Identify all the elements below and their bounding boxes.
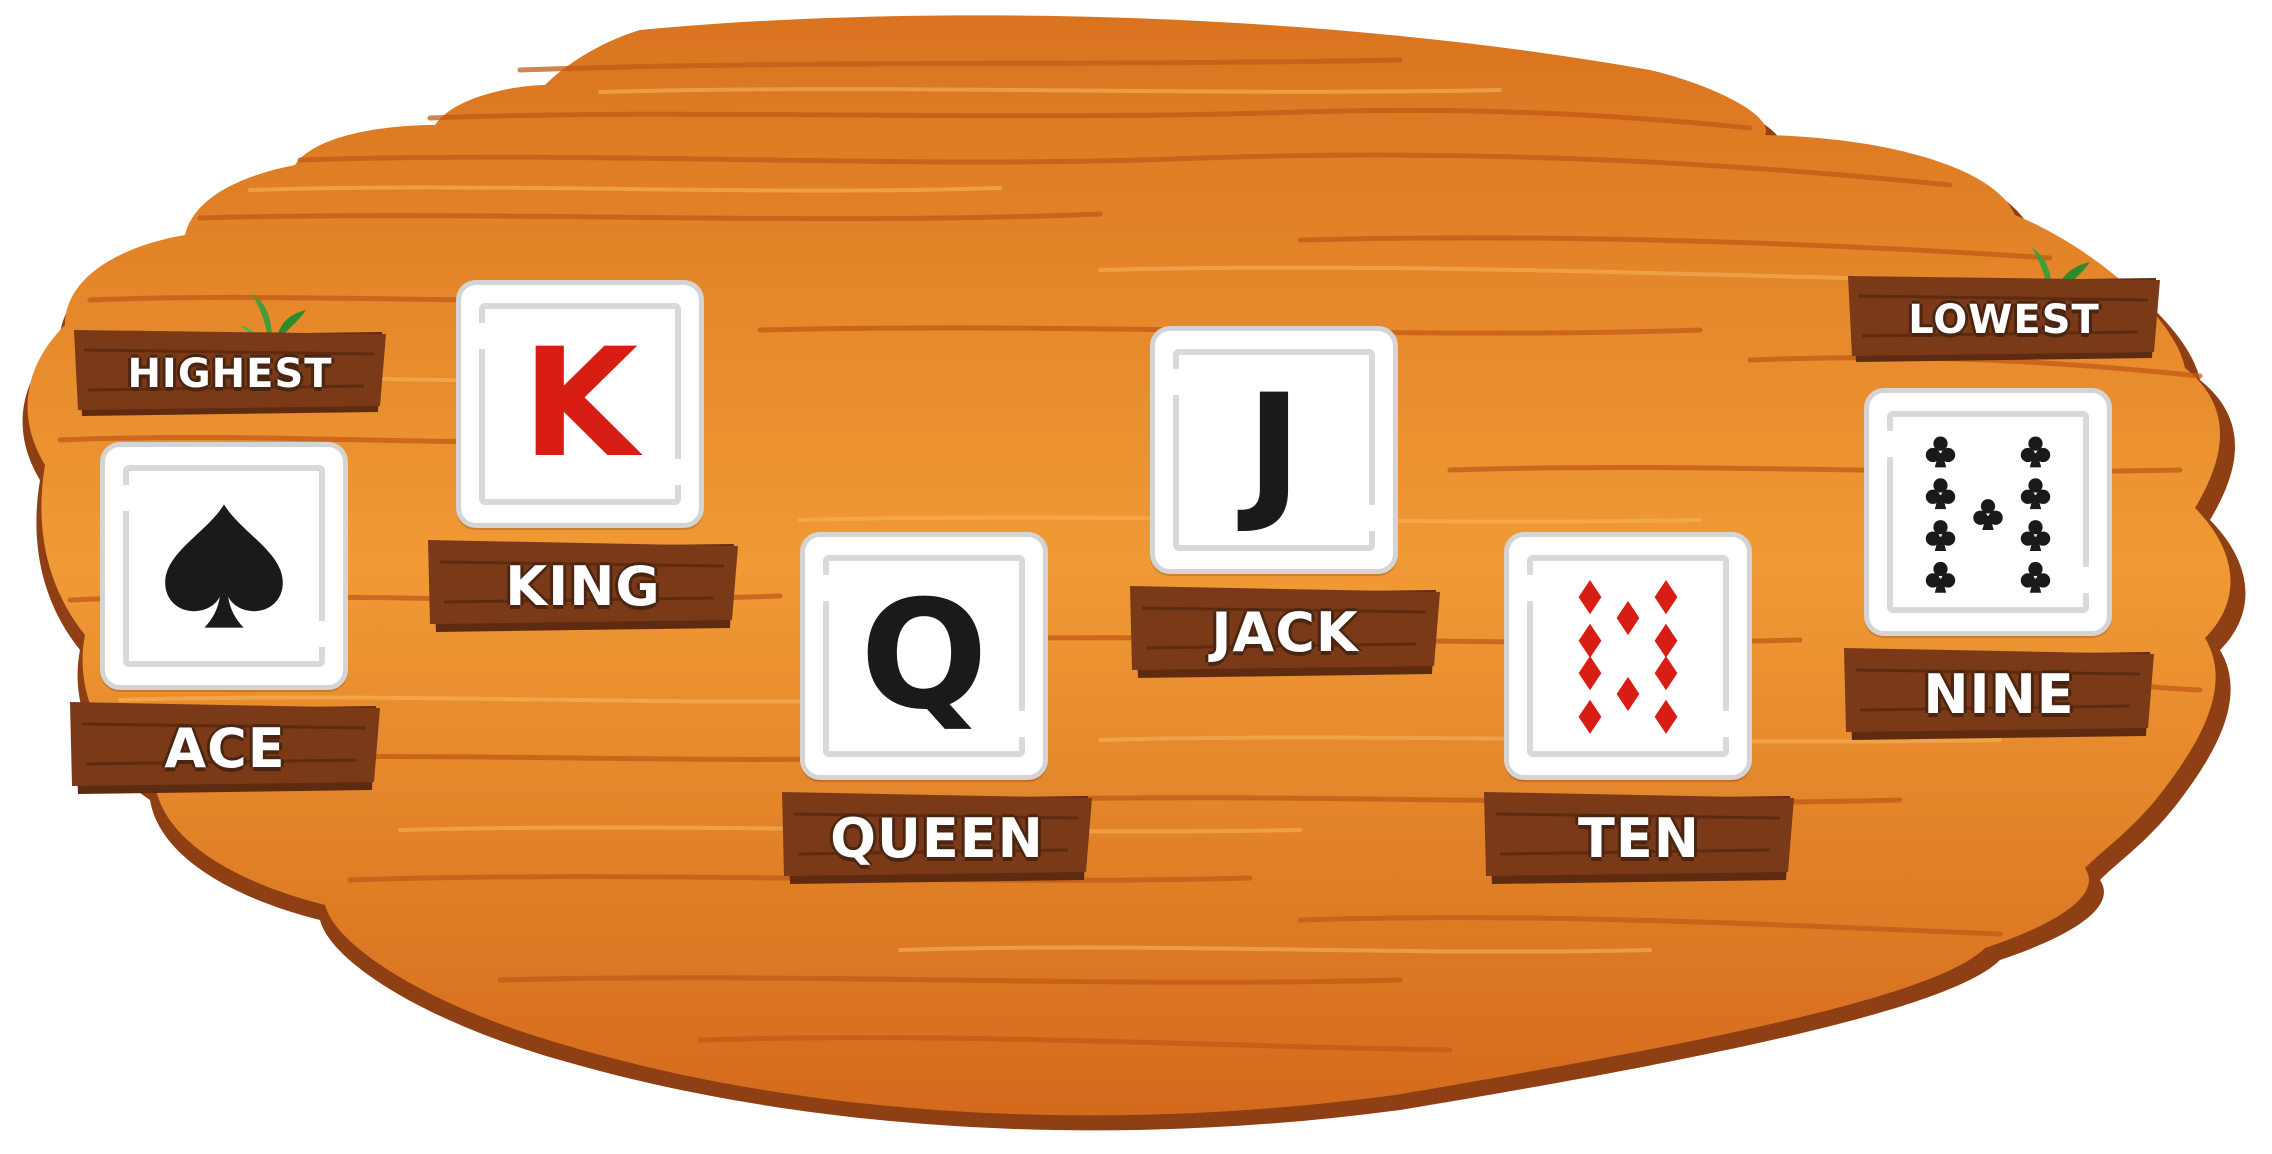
card-queen[interactable]: Q <box>800 532 1048 780</box>
highest-label: HIGHEST <box>127 351 333 397</box>
card-nine[interactable] <box>1864 388 2112 636</box>
ace-label: ACE <box>164 716 286 780</box>
card-jack[interactable]: J <box>1150 326 1398 574</box>
ten-plank: TEN <box>1484 792 1794 884</box>
card-face: Q <box>823 555 1025 757</box>
club-icon <box>2020 561 2051 593</box>
club-icon <box>1925 436 1956 468</box>
card-king[interactable]: K <box>456 280 704 528</box>
ace-plank: ACE <box>70 702 380 794</box>
lowest-label: LOWEST <box>1908 297 2100 343</box>
card-face: K <box>479 303 681 505</box>
club-icon <box>2020 520 2051 551</box>
king-rank: K <box>521 317 639 491</box>
spade-icon <box>165 504 283 628</box>
diamond-icon <box>1578 656 1602 691</box>
queen-rank: Q <box>860 569 988 743</box>
club-icon <box>1925 561 1956 593</box>
king-plank: KING <box>428 540 738 632</box>
card-face <box>1527 555 1729 757</box>
diamond-icon <box>1578 623 1602 658</box>
card-face <box>1887 411 2089 613</box>
diamond-icon <box>1616 676 1640 712</box>
club-icon <box>2020 478 2051 510</box>
diamond-icon <box>1654 580 1678 615</box>
diamond-icon <box>1654 656 1678 691</box>
nine-plank: NINE <box>1844 648 2154 740</box>
card-ranking-board: HIGHEST LOWEST ACE K KING Q QUEEN J JACK… <box>0 0 2272 1154</box>
queen-plank: QUEEN <box>782 792 1092 884</box>
nine-label: NINE <box>1923 662 2075 726</box>
card-ten[interactable] <box>1504 532 1752 780</box>
queen-label: QUEEN <box>830 806 1044 870</box>
club-icon <box>1925 478 1956 510</box>
diamond-icon <box>1654 699 1678 734</box>
card-ace[interactable] <box>100 442 348 690</box>
card-face <box>123 465 325 667</box>
diamond-icon <box>1654 623 1678 658</box>
club-pips <box>1925 436 2051 593</box>
jack-rank: J <box>1246 363 1302 537</box>
card-face: J <box>1173 349 1375 551</box>
club-icon <box>1973 499 2003 531</box>
diamond-icon <box>1578 580 1602 615</box>
diamond-icon <box>1578 699 1602 734</box>
jack-label: JACK <box>1211 600 1359 664</box>
ten-label: TEN <box>1578 806 1700 870</box>
lowest-tag: LOWEST <box>1848 276 2160 364</box>
club-icon <box>2020 436 2051 468</box>
highest-tag: HIGHEST <box>74 330 386 418</box>
king-label: KING <box>505 554 661 618</box>
jack-plank: JACK <box>1130 586 1440 678</box>
diamond-pips <box>1578 580 1678 734</box>
club-icon <box>1925 520 1956 551</box>
diamond-icon <box>1616 600 1640 636</box>
